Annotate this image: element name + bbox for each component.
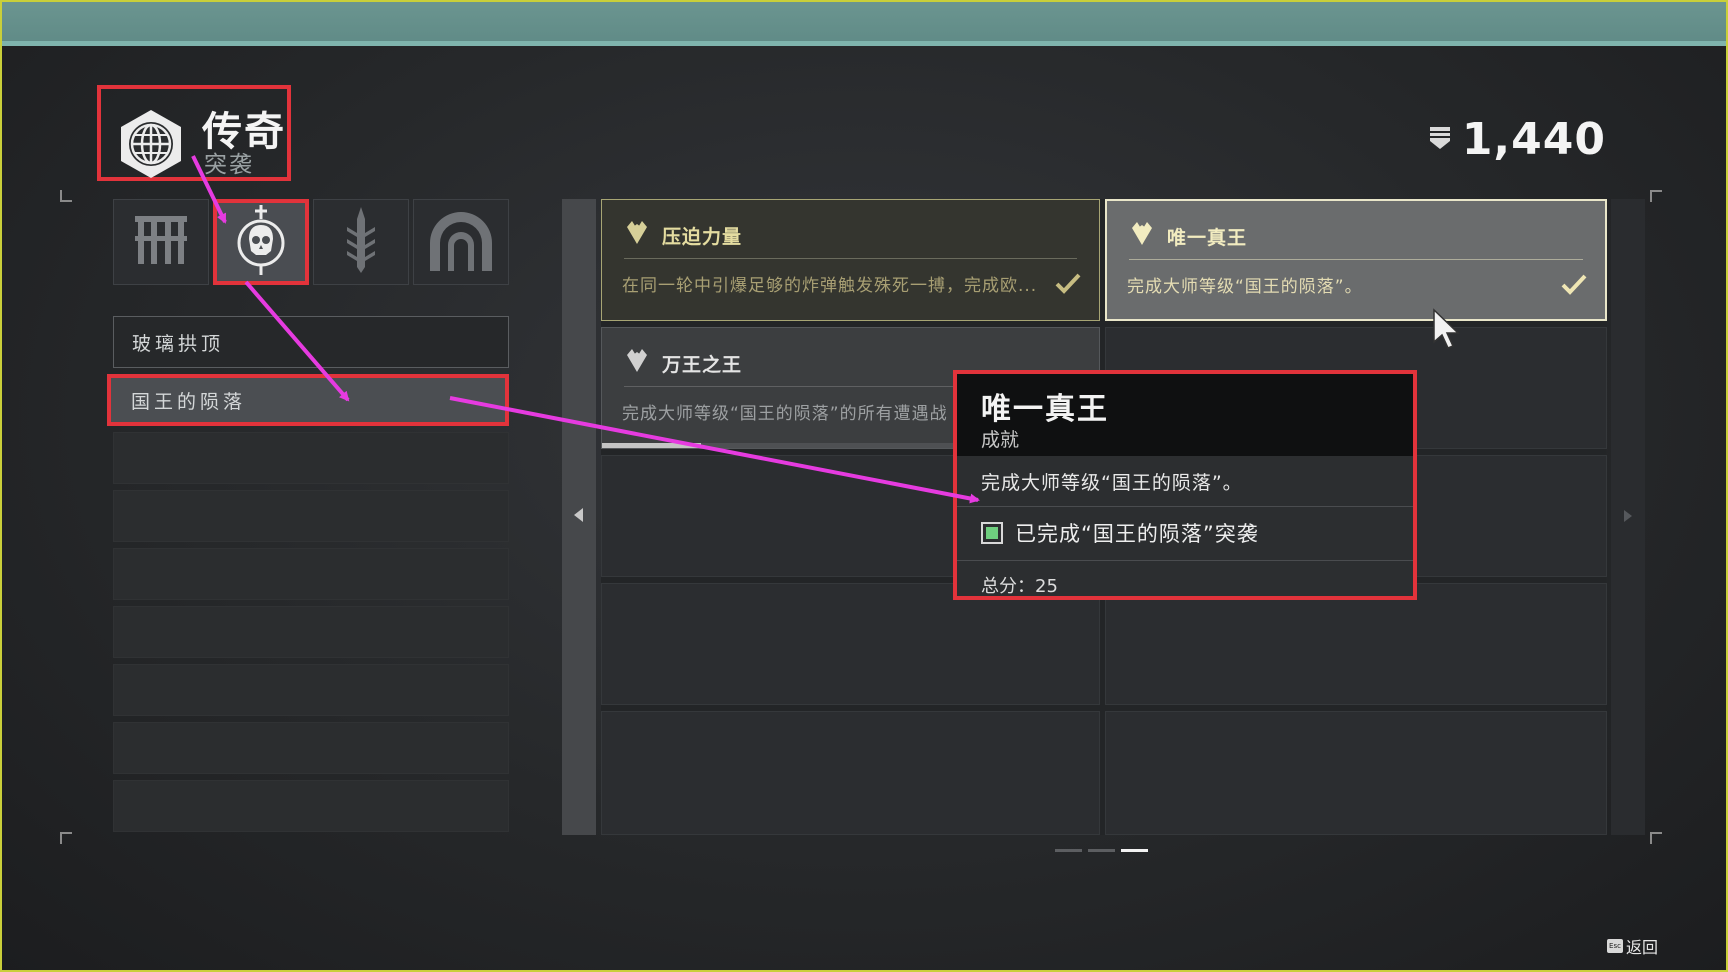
list-item-empty <box>113 722 509 774</box>
triumph-title: 万王之王 <box>662 354 743 376</box>
list-item-label: 玻璃拱顶 <box>132 332 225 355</box>
currency-display: 1,440 <box>1428 114 1606 165</box>
empty-cell <box>1105 711 1607 835</box>
back-label: 返回 <box>1625 938 1658 957</box>
mouse-cursor-icon <box>1432 308 1466 356</box>
empty-cell <box>601 711 1100 835</box>
page-dot[interactable] <box>1055 849 1082 852</box>
empty-cell <box>601 583 1100 705</box>
tab-arch[interactable] <box>413 199 509 285</box>
triumph-card[interactable]: 唯一真王 完成大师等级“国王的陨落”。 <box>1105 199 1607 321</box>
skull-emblem-icon <box>233 205 289 279</box>
checkmark-icon <box>1055 272 1081 298</box>
arrow-left-icon[interactable] <box>574 508 583 522</box>
triumph-tooltip: 唯一真王 成就 完成大师等级“国王的陨落”。 已完成“国王的陨落”突袭 总分：2… <box>953 370 1417 600</box>
page-dot[interactable] <box>1088 849 1115 852</box>
divider <box>957 506 1413 507</box>
triumph-description: 完成大师等级“国王的陨落”。 <box>1127 277 1363 297</box>
triumph-title: 压迫力量 <box>662 226 743 248</box>
objective-label: 已完成“国王的陨落”突袭 <box>1015 522 1259 546</box>
triumph-icon <box>1129 220 1155 250</box>
tab-grid[interactable] <box>113 199 209 285</box>
corner-bracket <box>60 190 72 202</box>
raid-emblem-icon <box>118 108 184 180</box>
list-item-empty <box>113 490 509 542</box>
currency-value: 1,440 <box>1461 114 1606 165</box>
list-item-empty <box>113 606 509 658</box>
tooltip-score: 总分：25 <box>981 576 1058 597</box>
page-subtitle: 突袭 <box>204 152 254 178</box>
list-item-vault-of-glass[interactable]: 玻璃拱顶 <box>113 316 509 368</box>
tab-raid[interactable] <box>213 199 309 285</box>
list-item-empty <box>113 432 509 484</box>
triumph-description: 在同一轮中引爆足够的炸弹触发殊死一搏，完成欧... <box>622 276 1038 296</box>
triumph-icon <box>624 347 650 377</box>
empty-cell <box>1105 583 1607 705</box>
divider <box>957 560 1413 561</box>
arrow-right-icon[interactable] <box>1624 510 1632 522</box>
tooltip-objective: 已完成“国王的陨落”突袭 <box>981 518 1259 548</box>
sword-icon <box>341 205 381 279</box>
progress-bar <box>602 443 702 448</box>
corner-bracket <box>60 832 72 844</box>
page-dot-active[interactable] <box>1121 849 1148 852</box>
portcullis-icon <box>132 214 190 270</box>
tooltip-description: 完成大师等级“国王的陨落”。 <box>981 472 1243 494</box>
tooltip-title: 唯一真王 <box>981 392 1109 427</box>
tooltip-header: 唯一真王 成就 <box>957 374 1413 456</box>
list-item-empty <box>113 664 509 716</box>
top-bar <box>2 2 1726 46</box>
esc-key-icon: Esc <box>1606 939 1623 953</box>
back-button[interactable]: Esc 返回 <box>1606 934 1658 958</box>
triumph-icon <box>624 219 650 249</box>
page-indicator <box>1055 849 1148 852</box>
tab-sword[interactable] <box>313 199 409 285</box>
checkmark-icon <box>1561 273 1587 299</box>
divider <box>1129 259 1583 260</box>
category-tabs <box>113 199 509 285</box>
triumph-description: 完成大师等级“国王的陨落”的所有遭遇战 <box>622 404 948 424</box>
objective-checkbox <box>981 522 1003 544</box>
list-item-empty <box>113 780 509 832</box>
divider <box>624 258 1077 259</box>
activity-list: 玻璃拱顶 国王的陨落 <box>107 316 509 838</box>
arch-icon <box>426 209 496 275</box>
corner-bracket <box>1650 190 1662 202</box>
list-item-label: 国王的陨落 <box>131 390 247 413</box>
triumph-card[interactable]: 压迫力量 在同一轮中引爆足够的炸弹触发殊死一搏，完成欧... <box>601 199 1100 321</box>
corner-bracket <box>1650 832 1662 844</box>
tooltip-type: 成就 <box>981 429 1020 451</box>
currency-icon <box>1428 125 1452 155</box>
triumph-title: 唯一真王 <box>1167 227 1248 249</box>
list-item-empty <box>113 548 509 600</box>
list-item-kings-fall[interactable]: 国王的陨落 <box>107 374 509 426</box>
